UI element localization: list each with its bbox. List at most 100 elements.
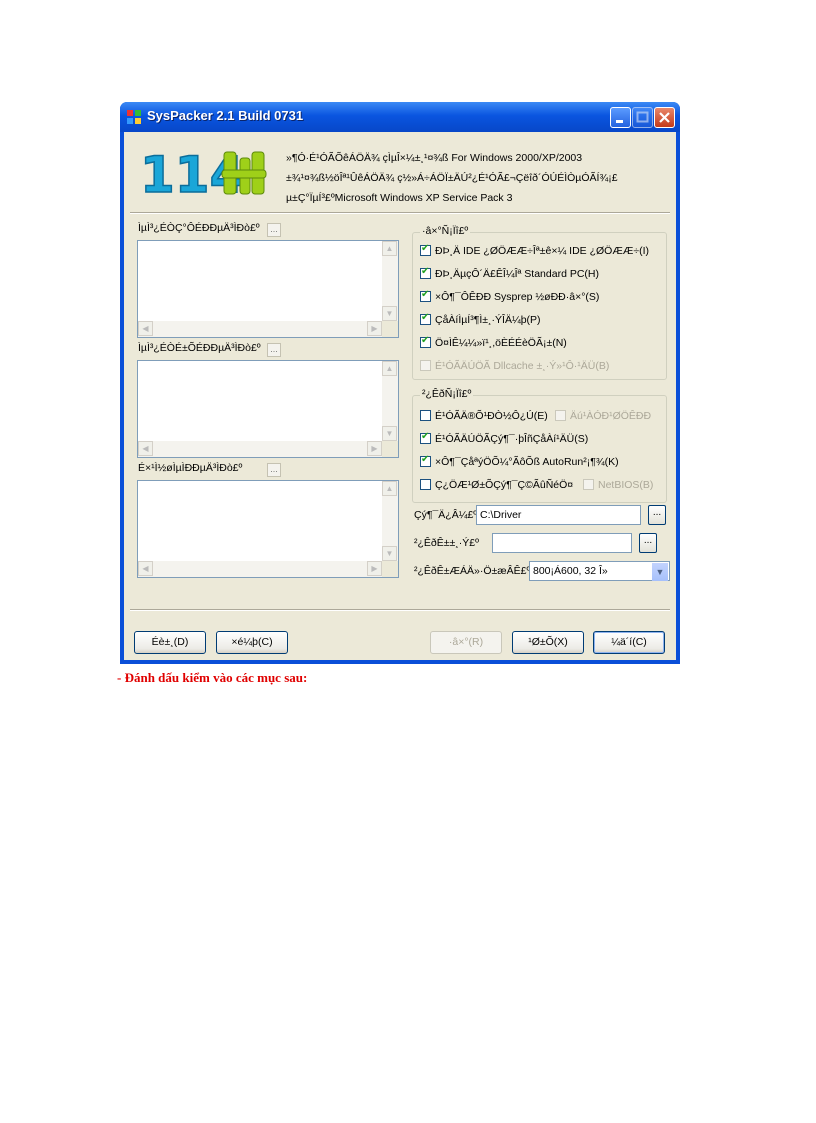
checkbox-label: Ç¿ÖÆ¹Ø±ÕÇý¶¯Ç©ÃûÑéÖ¤: [435, 479, 574, 491]
checkbox[interactable]: [420, 289, 431, 302]
description: »¶Ó·É¹ÓÃÕêÁÖÄ¾ çÌµÎ×¼±¸¹¤¾ß For Windows …: [286, 148, 618, 208]
deploy-autorun-clean[interactable]: ×Ô¶¯ÇåªýÖÕ¼°ÃôÕß AutoRun²¡¶¾(K): [420, 454, 619, 468]
header-area: 114 »¶Ó·É¹ÓÃÕêÁÖÄ¾ çÌµÎ×¼±¸¹¤¾ß For Wind…: [124, 132, 676, 210]
resolution-select[interactable]: 800¡Á600, 32 Î» ▼: [529, 561, 670, 581]
checkbox-label: É¹ÓÃÄ®Õ¹ÐÒ½Ô¿Ú(E): [435, 410, 548, 422]
deploy-sub-option: Äú¹ÀÓÐ¹ØÖÊÐÐ: [555, 410, 651, 422]
scroll-up-icon[interactable]: ▲: [382, 361, 397, 376]
driver-dir-browse-button[interactable]: ...: [648, 505, 666, 525]
components-button[interactable]: ×é¼þ(C): [216, 631, 288, 654]
syspacker-window: SysPacker 2.1 Build 0731 114 »¶Ó·É¹ÓÃÕêÁ…: [120, 102, 680, 664]
scroll-right-icon[interactable]: ▶: [367, 321, 382, 336]
pack-options-label: ·â×°Ñ¡Ïî£º: [420, 225, 471, 237]
header-separator: [130, 212, 670, 214]
window-title: SysPacker 2.1 Build 0731: [147, 108, 304, 123]
deploy-options-label: ²¿ÊðÑ¡Ïî£º: [420, 388, 474, 400]
scrollbar-corner: [382, 321, 398, 337]
syspacker-logo: 114: [139, 145, 267, 200]
pre-run-label: ÌµÌ³¿ÉÒÇ°ÔÉÐÐµÄ³ÌÐò£º: [138, 222, 260, 234]
backup-label: ²¿ÊðÊ±±¸·Ý£º: [414, 537, 479, 549]
scroll-left-icon[interactable]: ◀: [138, 561, 153, 576]
minimize-icon: [616, 120, 623, 123]
scroll-left-icon[interactable]: ◀: [138, 321, 153, 336]
option-auto-sysprep[interactable]: ×Ô¶¯ÔÊÐÐ Sysprep ½øÐÐ·â×°(S): [420, 289, 600, 303]
horizontal-scrollbar[interactable]: ◀ ▶: [138, 441, 382, 457]
devices-button[interactable]: Éè±¸(D): [134, 631, 206, 654]
option-clean-backup[interactable]: ÇåÀíÌµÍ³¶Ì±¸·ÝÎÄ¼þ(P): [420, 312, 541, 326]
chevron-down-icon[interactable]: ▼: [652, 563, 668, 581]
final-run-label: É×¹Ì½øÌµÌÐÐµÄ³ÌÐò£º: [138, 462, 243, 474]
deploy-options-group: ²¿ÊðÑ¡Ïî£º É¹ÓÃÄ®Õ¹ÐÒ½Ô¿Ú(E) Äú¹ÀÓÐ¹ØÖÊÐ…: [412, 388, 667, 503]
vertical-scrollbar[interactable]: ▲ ▼: [382, 481, 398, 561]
resolution-label: ²¿ÊðÊ±ÆÁÄ»·Ö±æÂÊ£º: [414, 565, 531, 577]
driver-dir-label: Çý¶¯Ä¿Â¼£º: [414, 509, 478, 521]
option-standard-pc[interactable]: ÐÞ¸ÄµçÔ´Ä£ÊÎ¼Îª Standard PC(H): [420, 266, 599, 280]
pack-options-group: ·â×°Ñ¡Ïî£º ÐÞ¸Ä IDE ¿ØÖÆÆ÷Îª±ê×¼ IDE ¿ØÖ…: [412, 225, 667, 380]
dialog-client-area: 114 »¶Ó·É¹ÓÃÕêÁÖÄ¾ çÌµÎ×¼±¸¹¤¾ß For Wind…: [124, 132, 676, 660]
post-run-add-button[interactable]: ...: [267, 343, 281, 357]
close-button[interactable]: [654, 107, 675, 128]
checkbox-label: Ö¤ÌÊ¼¼»ï¹¸,öÈÉÉèÖÃ¡±(N): [435, 337, 567, 349]
pre-run-add-button[interactable]: ...: [267, 223, 281, 237]
scroll-right-icon[interactable]: ▶: [367, 561, 382, 576]
syspacker-app-icon: [127, 110, 141, 124]
checkbox: [420, 360, 431, 371]
deploy-driver-cleanup[interactable]: É¹ÓÃÄÚÖÃÇý¶¯·þÎñÇåÀí¹ÄÜ(S): [420, 431, 588, 445]
vertical-scrollbar[interactable]: ▲ ▼: [382, 361, 398, 441]
option-dllcache: É¹ÓÃÄÚÖÃ Dllcache ±¸·Ý»¹Ô·¹ÄÜ(B): [420, 360, 609, 372]
deploy-extend-port[interactable]: É¹ÓÃÄ®Õ¹ÐÒ½Ô¿Ú(E): [420, 410, 548, 422]
checkbox: [583, 479, 594, 490]
backup-browse-button[interactable]: ...: [639, 533, 657, 553]
description-line: ±¾¹¤¾ß½öÎª¹ÛêÁÖÄ¾ ç½»Á÷ÁÖÏ±ÄÚ²¿É¹ÓÃ£¬Çëî…: [286, 172, 618, 184]
deploy-driver-signing[interactable]: Ç¿ÖÆ¹Ø±ÕÇý¶¯Ç©ÃûÑéÖ¤: [420, 479, 573, 491]
horizontal-scrollbar[interactable]: ◀ ▶: [138, 321, 382, 337]
description-line: µ±Ç°ÏµÍ³£ºMicrosoft Windows XP Service P…: [286, 192, 513, 204]
scroll-right-icon[interactable]: ▶: [367, 441, 382, 456]
final-run-add-button[interactable]: ...: [267, 463, 281, 477]
checkbox: [555, 410, 566, 421]
close-icon: [659, 112, 670, 123]
checkbox-label: NetBIOS(B): [598, 479, 654, 491]
option-ide-controller[interactable]: ÐÞ¸Ä IDE ¿ØÖÆÆ÷Îª±ê×¼ IDE ¿ØÖÆÆ÷(I): [420, 243, 649, 257]
vertical-scrollbar[interactable]: ▲ ▼: [382, 241, 398, 321]
checkbox-label: ÐÞ¸ÄµçÔ´Ä£ÊÎ¼Îª Standard PC(H): [435, 268, 599, 280]
maximize-icon: [636, 111, 649, 123]
backup-input[interactable]: [492, 533, 632, 553]
option-settings[interactable]: Ö¤ÌÊ¼¼»ï¹¸,öÈÉÉèÖÃ¡±(N): [420, 335, 567, 349]
scroll-down-icon[interactable]: ▼: [382, 546, 397, 561]
checkbox[interactable]: [420, 266, 431, 279]
scroll-up-icon[interactable]: ▲: [382, 241, 397, 256]
post-run-list[interactable]: ▲ ▼ ◀ ▶: [137, 360, 399, 458]
checkbox[interactable]: [420, 479, 431, 490]
title-bar[interactable]: SysPacker 2.1 Build 0731: [120, 102, 680, 132]
logo-glyph: [221, 151, 267, 195]
maximize-button[interactable]: [632, 107, 653, 128]
checkbox[interactable]: [420, 243, 431, 256]
checkbox[interactable]: [420, 312, 431, 325]
minimize-button[interactable]: [610, 107, 631, 128]
pre-run-list[interactable]: ▲ ▼ ◀ ▶: [137, 240, 399, 338]
final-run-list[interactable]: ▲ ▼ ◀ ▶: [137, 480, 399, 578]
driver-dir-input[interactable]: C:\Driver: [476, 505, 641, 525]
checkbox[interactable]: [420, 431, 431, 444]
checkbox-label: ÐÞ¸Ä IDE ¿ØÖÆÆ÷Îª±ê×¼ IDE ¿ØÖÆÆ÷(I): [435, 245, 649, 257]
scroll-left-icon[interactable]: ◀: [138, 441, 153, 456]
checkbox-label: ×Ô¶¯ÔÊÐÐ Sysprep ½øÐÐ·â×°(S): [435, 291, 600, 303]
scroll-down-icon[interactable]: ▼: [382, 306, 397, 321]
bottom-separator: [130, 609, 670, 611]
pack-button: ·â×°(R): [430, 631, 502, 654]
scrollbar-corner: [382, 441, 398, 457]
exit-button[interactable]: ¹Ø±Õ(X): [512, 631, 584, 654]
instruction-caption: - Đánh dấu kiểm vào các mục sau:: [117, 670, 308, 685]
deploy-netbios: NetBIOS(B): [583, 479, 653, 491]
scroll-down-icon[interactable]: ▼: [382, 426, 397, 441]
scroll-up-icon[interactable]: ▲: [382, 481, 397, 496]
post-run-label: ÌµÌ³¿ÉÒÉ±ÕÉÐÐµÄ³ÌÐò£º: [138, 342, 261, 354]
resolution-value: 800¡Á600, 32 Î»: [533, 565, 608, 577]
horizontal-scrollbar[interactable]: ◀ ▶: [138, 561, 382, 577]
checkbox[interactable]: [420, 454, 431, 467]
checkbox[interactable]: [420, 335, 431, 348]
cancel-button[interactable]: ¼ä´í(C): [593, 631, 665, 654]
scrollbar-corner: [382, 561, 398, 577]
checkbox[interactable]: [420, 410, 431, 421]
